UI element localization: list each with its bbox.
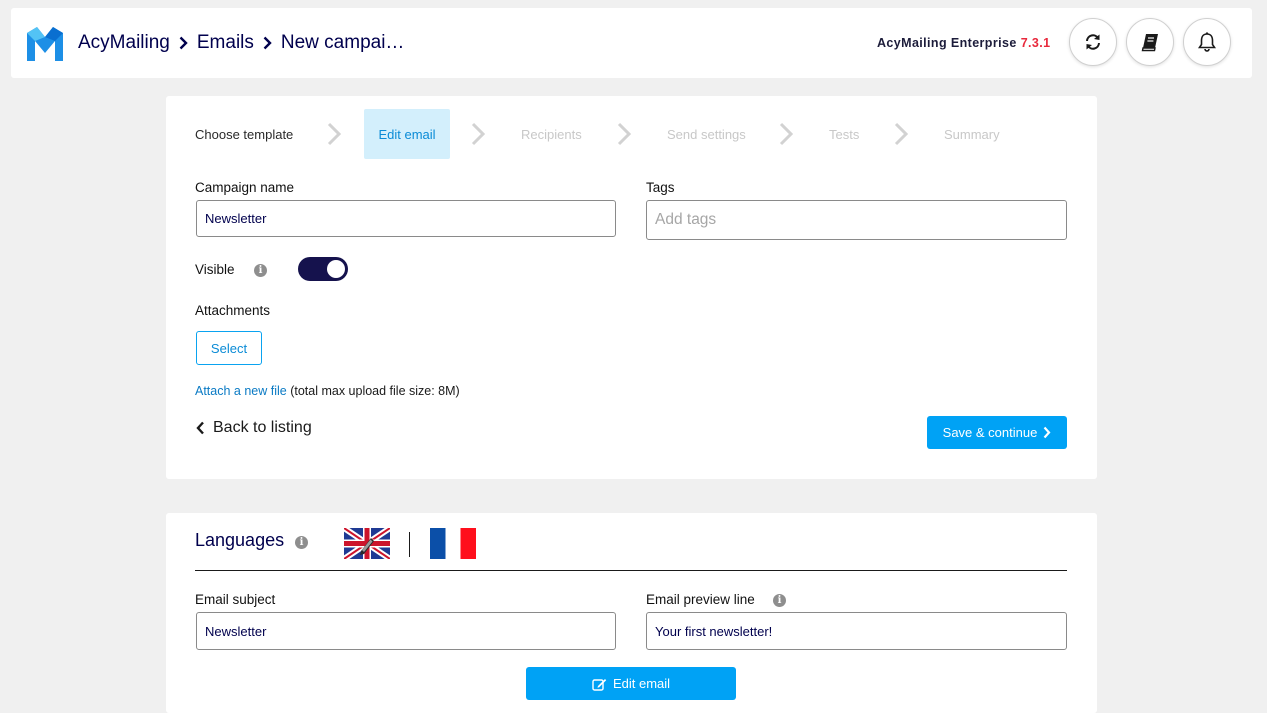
step-label: Tests bbox=[829, 126, 860, 142]
breadcrumb-current-page: New campai… bbox=[280, 32, 405, 53]
attach-file-line: Attach a new file (total max upload file… bbox=[195, 384, 460, 398]
attachments-label: Attachments bbox=[195, 303, 271, 318]
edition-name: AcyMailing Enterprise bbox=[877, 36, 1017, 50]
notifications-button[interactable] bbox=[1183, 18, 1231, 66]
tags-input[interactable]: Add tags bbox=[646, 200, 1067, 240]
version-number: 7.3.1 bbox=[1020, 36, 1051, 50]
email-subject-label: Email subject bbox=[195, 592, 276, 607]
step-choose-template[interactable]: Choose template bbox=[195, 109, 305, 159]
back-to-listing-link[interactable]: Back to listing bbox=[196, 419, 312, 437]
chevron-right-icon bbox=[263, 36, 272, 50]
step-summary: Summary bbox=[944, 109, 1004, 159]
save-continue-label: Save & continue bbox=[942, 425, 1038, 440]
step-edit-email[interactable]: Edit email bbox=[364, 109, 450, 159]
visible-label: Visible bbox=[195, 262, 235, 277]
step-label: Send settings bbox=[667, 126, 746, 142]
email-preview-line-input[interactable]: Your first newsletter! bbox=[646, 612, 1067, 650]
step-label: Summary bbox=[944, 126, 1000, 142]
breadcrumb-emails[interactable]: Emails bbox=[197, 32, 254, 54]
step-arrow-icon bbox=[327, 122, 341, 146]
refresh-icon bbox=[1086, 34, 1100, 50]
france-flag-icon[interactable] bbox=[430, 528, 476, 559]
select-attachment-button[interactable]: Select bbox=[196, 331, 262, 365]
step-tests: Tests bbox=[829, 109, 869, 159]
notifications-bell-icon bbox=[1198, 32, 1216, 52]
attach-new-file-link[interactable]: Attach a new file bbox=[195, 384, 287, 398]
flag-separator bbox=[409, 532, 410, 557]
chevron-right-icon bbox=[1044, 426, 1051, 439]
info-icon: i bbox=[295, 536, 308, 549]
campaign-name-label: Campaign name bbox=[195, 180, 295, 195]
refresh-button[interactable] bbox=[1069, 18, 1117, 66]
back-to-listing-label: Back to listing bbox=[213, 419, 312, 436]
step-label: Choose template bbox=[195, 126, 294, 142]
breadcrumb: AcyMailing Emails New campai… bbox=[78, 30, 404, 56]
edit-email-label: Edit email bbox=[612, 676, 671, 691]
chevron-left-icon bbox=[196, 421, 204, 435]
step-send-settings: Send settings bbox=[667, 109, 757, 159]
documentation-button[interactable] bbox=[1126, 18, 1174, 66]
campaign-name-input[interactable]: Newsletter bbox=[196, 200, 616, 237]
edit-email-button[interactable]: Edit email bbox=[526, 667, 736, 700]
step-arrow-icon bbox=[617, 122, 631, 146]
step-label: Edit email bbox=[378, 126, 436, 142]
info-icon: i bbox=[773, 594, 786, 607]
step-arrow-icon bbox=[779, 122, 793, 146]
step-label: Recipients bbox=[521, 126, 582, 142]
acymailing-logo-icon bbox=[27, 27, 63, 61]
uk-flag-icon[interactable] bbox=[344, 528, 390, 559]
info-icon: i bbox=[254, 264, 267, 277]
breadcrumb-acymailing[interactable]: AcyMailing bbox=[78, 32, 170, 54]
top-header: AcyMailing Emails New campai… AcyMailing… bbox=[11, 8, 1252, 78]
tags-label: Tags bbox=[646, 180, 675, 195]
chevron-right-icon bbox=[179, 36, 188, 50]
step-arrow-icon bbox=[471, 122, 485, 146]
documentation-book-icon bbox=[1141, 34, 1158, 52]
step-recipients: Recipients bbox=[521, 109, 591, 159]
step-arrow-icon bbox=[894, 122, 908, 146]
visible-toggle[interactable] bbox=[298, 257, 348, 281]
toggle-knob bbox=[327, 260, 345, 278]
save-continue-button[interactable]: Save & continue bbox=[927, 416, 1067, 449]
languages-divider bbox=[195, 570, 1067, 571]
languages-card: Languages i Email subject Newsletter Ema… bbox=[166, 513, 1097, 713]
attach-size-note: (total max upload file size: 8M) bbox=[286, 384, 460, 398]
campaign-settings-card: Choose template Edit email Recipients Se… bbox=[166, 96, 1097, 479]
email-preview-line-label: Email preview line bbox=[646, 592, 755, 607]
edition-version: AcyMailing Enterprise 7.3.1 bbox=[877, 36, 1051, 50]
edit-pencil-icon bbox=[592, 678, 607, 691]
languages-title: Languages bbox=[195, 530, 285, 550]
email-subject-input[interactable]: Newsletter bbox=[196, 612, 616, 650]
